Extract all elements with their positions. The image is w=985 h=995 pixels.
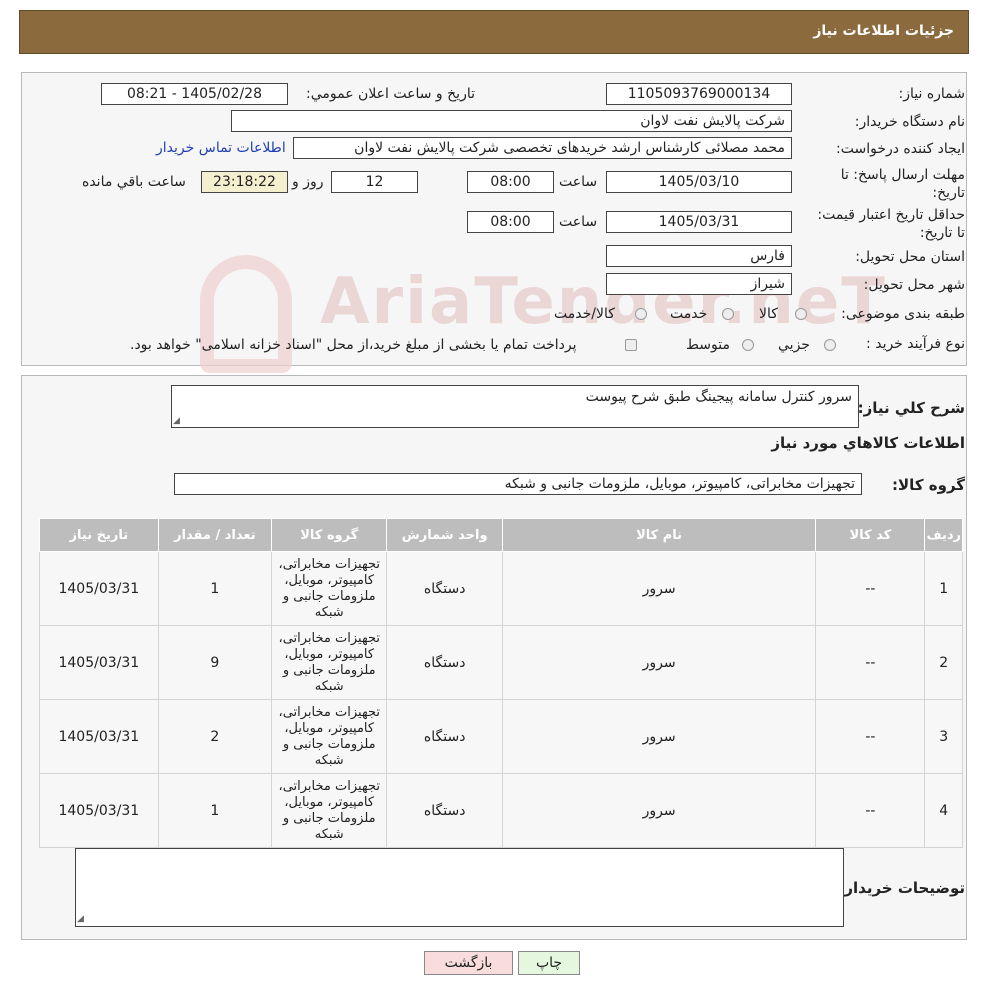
category-option-goods: کالا bbox=[759, 306, 778, 322]
deadline-date-field[interactable]: 1405/03/10 bbox=[606, 171, 792, 193]
days-field[interactable]: 12 bbox=[331, 171, 418, 193]
cell-row: 3 bbox=[924, 699, 963, 774]
deadline-time-label: ساعت bbox=[559, 174, 598, 190]
description-field[interactable]: سرور کنترل سامانه پیجینگ طبق شرح پیوست bbox=[171, 385, 859, 428]
col-header-date: تاریخ نیاز bbox=[39, 518, 159, 552]
table-header-row: ردیف کد کالا نام کالا واحد شمارش گروه کا… bbox=[39, 518, 963, 552]
cell-name: سرور bbox=[501, 551, 817, 626]
deadline-label: مهلت ارسال پاسخ: تا تاریخ: bbox=[840, 167, 965, 201]
col-header-qty: تعداد / مقدار bbox=[157, 518, 272, 552]
cell-row: 2 bbox=[924, 625, 963, 700]
cell-code: -- bbox=[815, 773, 926, 848]
description-label: شرح کلي نیاز: bbox=[857, 399, 965, 417]
validity-time-field[interactable]: 08:00 bbox=[467, 211, 554, 233]
city-field[interactable]: شیراز bbox=[606, 273, 792, 295]
cell-code: -- bbox=[815, 699, 926, 774]
resize-handle-icon[interactable]: ◢ bbox=[173, 416, 180, 426]
cell-unit: دستگاه bbox=[386, 625, 503, 700]
process-option-small: جزیي bbox=[778, 337, 810, 353]
goods-group-field[interactable]: تجهیزات مخابراتی، کامپیوتر، موبایل، ملزو… bbox=[174, 473, 862, 495]
table-row: 4 -- سرور دستگاه تجهیزات مخابراتی، کامپی… bbox=[39, 773, 963, 848]
cell-group: تجهیزات مخابراتی، کامپیوتر، موبایل، ملزو… bbox=[270, 625, 388, 700]
cell-group: تجهیزات مخابراتی، کامپیوتر، موبایل، ملزو… bbox=[270, 551, 388, 626]
validity-label: حداقل تاریخ اعتبار قیمت: تا تاریخ: bbox=[817, 207, 965, 241]
watermark-text: AriaTender.neT bbox=[320, 265, 887, 339]
remaining-time-field: 23:18:22 bbox=[201, 171, 288, 193]
cell-qty: 1 bbox=[157, 551, 272, 626]
cell-unit: دستگاه bbox=[386, 699, 503, 774]
process-option-medium: متوسط bbox=[686, 337, 730, 353]
goods-group-label: گروه کالا: bbox=[892, 476, 965, 494]
cell-name: سرور bbox=[501, 699, 817, 774]
buyer-label: نام دستگاه خریدار: bbox=[854, 114, 965, 130]
cell-name: سرور bbox=[501, 625, 817, 700]
province-label: استان محل تحویل: bbox=[855, 249, 965, 265]
table-row: 1 -- سرور دستگاه تجهیزات مخابراتی، کامپی… bbox=[39, 551, 963, 626]
cell-code: -- bbox=[815, 625, 926, 700]
cell-qty: 9 bbox=[157, 625, 272, 700]
category-label: طبقه بندی موضوعی: bbox=[841, 306, 965, 322]
col-header-unit: واحد شمارش bbox=[386, 518, 503, 552]
watermark-logo bbox=[200, 255, 292, 373]
cell-qty: 1 bbox=[157, 773, 272, 848]
cell-date: 1405/03/31 bbox=[39, 625, 159, 700]
cell-code: -- bbox=[815, 551, 926, 626]
back-button[interactable]: بازگشت bbox=[424, 951, 513, 975]
print-button[interactable]: چاپ bbox=[518, 951, 580, 975]
province-field[interactable]: فارس bbox=[606, 245, 792, 267]
cell-name: سرور bbox=[501, 773, 817, 848]
buyer-field[interactable]: شرکت پالایش نفت لاوان bbox=[231, 110, 792, 132]
need-number-label: شماره نیاز: bbox=[898, 86, 966, 102]
cell-date: 1405/03/31 bbox=[39, 773, 159, 848]
need-number-field[interactable]: 1105093769000134 bbox=[606, 83, 792, 105]
process-label: نوع فرآیند خرید : bbox=[866, 336, 965, 352]
items-table-container: ردیف کد کالا نام کالا واحد شمارش گروه کا… bbox=[39, 518, 963, 848]
remaining-label: ساعت باقي مانده bbox=[82, 174, 186, 190]
category-option-both: کالا/خدمت bbox=[554, 306, 615, 322]
page-title: جزئیات اطلاعات نیاز bbox=[813, 23, 954, 39]
process-note: پرداخت تمام یا بخشی از مبلغ خرید،از محل … bbox=[130, 337, 577, 353]
col-header-row: ردیف bbox=[924, 518, 963, 552]
process-radio-medium[interactable] bbox=[742, 339, 754, 351]
cell-group: تجهیزات مخابراتی، کامپیوتر، موبایل، ملزو… bbox=[270, 699, 388, 774]
table-row: 2 -- سرور دستگاه تجهیزات مخابراتی، کامپی… bbox=[39, 625, 963, 700]
days-label: روز و bbox=[292, 174, 324, 190]
page-header: جزئیات اطلاعات نیاز bbox=[19, 10, 969, 54]
city-label: شهر محل تحویل: bbox=[863, 277, 965, 293]
buyer-notes-label: توضیحات خریدار: bbox=[838, 879, 965, 897]
cell-qty: 2 bbox=[157, 699, 272, 774]
category-radio-both[interactable] bbox=[635, 308, 647, 320]
cell-date: 1405/03/31 bbox=[39, 699, 159, 774]
creator-field[interactable]: محمد مصلائی کارشناس ارشد خریدهای تخصصی ش… bbox=[293, 137, 792, 159]
validity-time-label: ساعت bbox=[559, 214, 598, 230]
announce-field[interactable]: 1405/02/28 - 08:21 bbox=[101, 83, 288, 105]
cell-date: 1405/03/31 bbox=[39, 551, 159, 626]
announce-label: تاریخ و ساعت اعلان عمومي: bbox=[306, 86, 475, 102]
cell-row: 1 bbox=[924, 551, 963, 626]
col-header-group: گروه کالا bbox=[270, 518, 388, 552]
cell-group: تجهیزات مخابراتی، کامپیوتر، موبایل، ملزو… bbox=[270, 773, 388, 848]
cell-row: 4 bbox=[924, 773, 963, 848]
items-table: ردیف کد کالا نام کالا واحد شمارش گروه کا… bbox=[39, 518, 963, 848]
table-row: 3 -- سرور دستگاه تجهیزات مخابراتی، کامپی… bbox=[39, 699, 963, 774]
cell-unit: دستگاه bbox=[386, 551, 503, 626]
treasury-checkbox[interactable] bbox=[625, 339, 637, 351]
deadline-time-field[interactable]: 08:00 bbox=[467, 171, 554, 193]
col-header-name: نام کالا bbox=[501, 518, 817, 552]
creator-label: ایجاد کننده درخواست: bbox=[836, 141, 965, 157]
col-header-code: کد کالا bbox=[815, 518, 926, 552]
contact-info-link[interactable]: اطلاعات تماس خریدار bbox=[156, 140, 286, 156]
validity-date-field[interactable]: 1405/03/31 bbox=[606, 211, 792, 233]
category-option-service: خدمت bbox=[670, 306, 708, 322]
notes-resize-handle-icon[interactable]: ◢ bbox=[77, 914, 84, 924]
category-radio-goods[interactable] bbox=[795, 308, 807, 320]
cell-unit: دستگاه bbox=[386, 773, 503, 848]
goods-section-title: اطلاعات کالاهاي مورد نیاز bbox=[771, 434, 965, 452]
category-radio-service[interactable] bbox=[722, 308, 734, 320]
process-radio-small[interactable] bbox=[824, 339, 836, 351]
buyer-notes-field[interactable] bbox=[75, 848, 844, 927]
